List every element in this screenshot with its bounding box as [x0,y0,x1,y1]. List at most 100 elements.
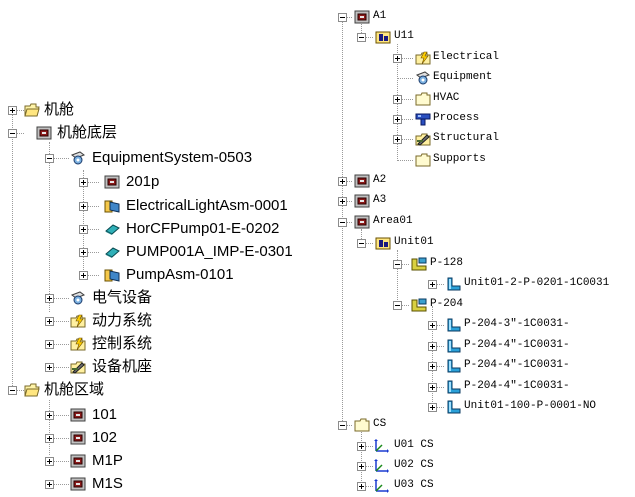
expand-button[interactable] [79,271,88,280]
tree-node[interactable]: M1S [0,474,200,494]
tree-node[interactable]: 机舱区域 [0,380,200,400]
structural-icon [415,132,431,146]
tree-node[interactable]: CS [325,416,625,436]
expand-button[interactable] [338,177,347,186]
pipe-run-icon [445,380,461,394]
expand-button[interactable] [45,294,54,303]
tree-node[interactable]: 101 [0,405,200,425]
tree-node[interactable]: U11 [325,28,625,48]
expand-button[interactable] [428,403,437,412]
expand-button[interactable] [393,115,402,124]
tree-node[interactable]: P-204-4"-1C0031- [325,337,625,357]
expand-button[interactable] [357,442,366,451]
tree-node[interactable]: Unit01-2-P-0201-1C0031 [325,275,635,295]
tree-node[interactable]: P-204-3"-1C0031- [325,316,625,336]
collapse-button[interactable] [45,154,54,163]
tree-node-label: PumpAsm-0101 [126,266,234,283]
collapse-button[interactable] [8,386,17,395]
tree-node[interactable]: 电气设备 [0,288,200,308]
tree-node[interactable]: PumpAsm-0101 [0,265,325,285]
expand-button[interactable] [79,202,88,211]
tree-node[interactable]: ElectricalLightAsm-0001 [0,196,325,216]
tree-node-label: 102 [92,429,118,446]
expand-button[interactable] [428,280,437,289]
tree-node-label: M1P [92,452,123,469]
tree-node[interactable]: A3 [325,192,625,212]
expand-button[interactable] [428,321,437,330]
tree-node-label: U01 CS [394,439,434,451]
expand-button[interactable] [45,434,54,443]
tree-node[interactable]: Process [325,110,625,130]
area-box-icon [354,174,370,188]
expand-button[interactable] [79,248,88,257]
pipe-run-icon [445,359,461,373]
tree-node[interactable]: HorCFPump01-E-0202 [0,219,325,239]
expand-button[interactable] [428,383,437,392]
collapse-button[interactable] [357,33,366,42]
expand-button[interactable] [338,197,347,206]
collapse-button[interactable] [338,421,347,430]
tree-node[interactable]: HVAC [325,90,625,110]
tree-node[interactable]: P-204-4"-1C0031- [325,378,625,398]
tree-node[interactable]: 201p [0,172,300,192]
tree-node[interactable]: Supports [325,151,625,171]
tree-node[interactable]: 102 [0,428,200,448]
tree-node[interactable]: 动力系统 [0,311,200,331]
folder-icon [415,153,431,167]
right-tree-view[interactable]: A1 U11 Electrical Equipment HVAC Process [325,0,635,497]
expand-button[interactable] [45,457,54,466]
tree-node-label: 动力系统 [92,312,153,329]
tree-node[interactable]: Unit01 [325,234,625,254]
expand-button[interactable] [79,178,88,187]
collapse-button[interactable] [357,239,366,248]
expand-button[interactable] [45,317,54,326]
tree-connector [397,160,413,161]
tree-node[interactable]: Unit01-100-P-0001-NO [325,398,635,418]
tree-node[interactable]: M1P [0,451,200,471]
expand-button[interactable] [45,340,54,349]
collapse-button[interactable] [393,301,402,310]
left-tree-view[interactable]: 机舱 机舱底层 EquipmentSystem-0503 201p Electr… [0,0,325,497]
collapse-button[interactable] [338,218,347,227]
expand-button[interactable] [45,363,54,372]
collapse-button[interactable] [393,260,402,269]
tree-node[interactable]: Equipment [325,69,625,89]
expand-button[interactable] [79,225,88,234]
tree-node[interactable]: 机舱 [0,100,200,120]
area-box-icon [36,126,52,140]
expand-button[interactable] [45,411,54,420]
tree-node[interactable]: U03 CS [325,477,625,497]
tree-node[interactable]: Area01 [325,213,625,233]
expand-button[interactable] [393,54,402,63]
tree-node[interactable]: PUMP001A_IMP-E-0301 [0,242,325,262]
expand-button[interactable] [393,95,402,104]
collapse-button[interactable] [8,129,17,138]
tree-node[interactable]: 设备机座 [0,357,200,377]
expand-button[interactable] [357,482,366,491]
tree-node[interactable]: A1 [325,8,625,28]
tree-node[interactable]: P-128 [325,255,625,275]
expand-button[interactable] [393,135,402,144]
tree-node-label: M1S [92,475,123,492]
tree-node[interactable]: A2 [325,172,625,192]
expand-button[interactable] [8,106,17,115]
tree-node[interactable]: U01 CS [325,437,625,457]
folder-open-icon [24,103,40,117]
expand-button[interactable] [357,462,366,471]
tree-node[interactable]: Electrical [325,49,625,69]
expand-button[interactable] [428,362,437,371]
tree-node[interactable]: Structural [325,130,625,150]
tree-node[interactable]: 机舱底层 [0,123,200,143]
tree-node-label: Unit01 [394,236,434,248]
tree-node[interactable]: EquipmentSystem-0503 [0,148,300,168]
tree-node-label: A1 [373,10,387,22]
tree-node[interactable]: P-204-4"-1C0031- [325,357,625,377]
tree-node[interactable]: 控制系统 [0,334,200,354]
expand-button[interactable] [428,342,437,351]
tree-node[interactable]: P-204 [325,296,625,316]
tree-node[interactable]: U02 CS [325,457,625,477]
equipment-icon [70,151,86,165]
tree-node-label: P-204-4"-1C0031- [464,380,570,392]
expand-button[interactable] [45,480,54,489]
collapse-button[interactable] [338,13,347,22]
